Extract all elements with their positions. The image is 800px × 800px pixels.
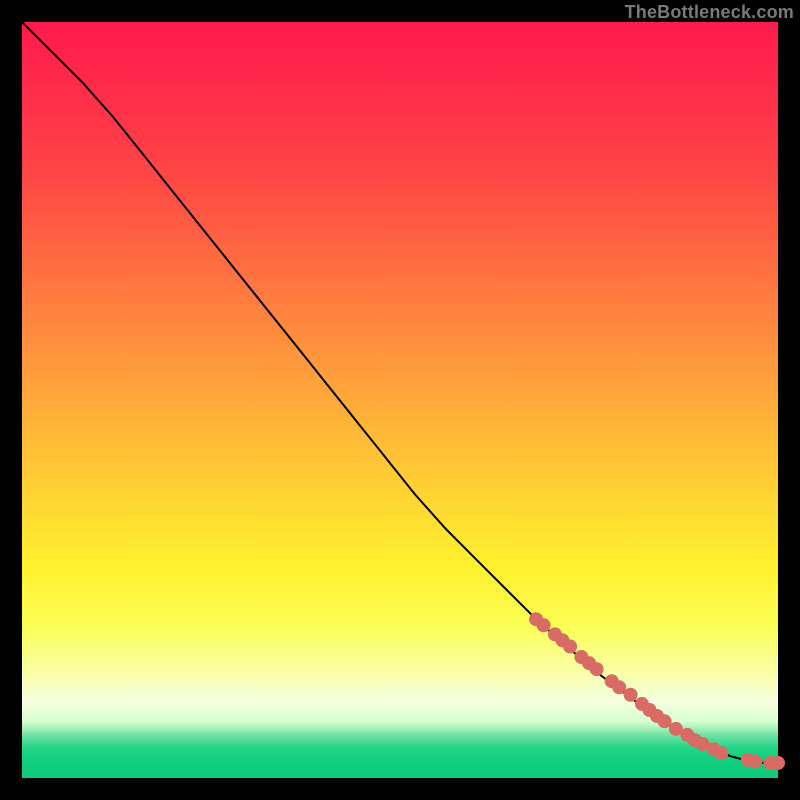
chart-stage: TheBottleneck.com xyxy=(0,0,800,800)
marker-point xyxy=(714,746,728,760)
curve-path xyxy=(22,22,778,763)
marker-point xyxy=(771,756,785,770)
marker-point xyxy=(563,640,577,654)
marker-point xyxy=(537,618,551,632)
plot-area xyxy=(22,22,778,778)
chart-svg xyxy=(22,22,778,778)
watermark-text: TheBottleneck.com xyxy=(625,2,794,23)
marker-point xyxy=(612,680,626,694)
marker-point xyxy=(590,662,604,676)
markers-group xyxy=(529,612,785,770)
marker-point xyxy=(748,754,762,768)
marker-point xyxy=(624,688,638,702)
